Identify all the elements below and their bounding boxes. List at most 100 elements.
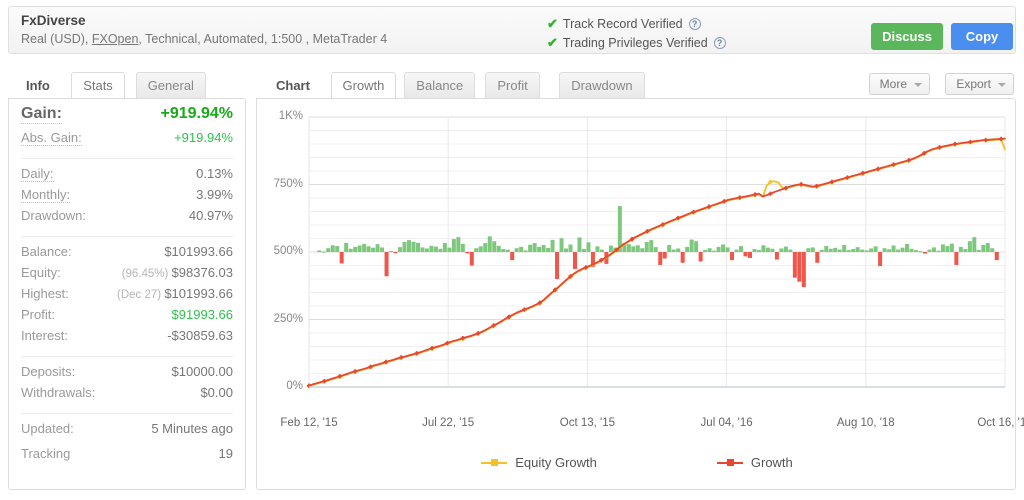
stat-row: Interest: -$30859.63 (21, 328, 233, 349)
tab-growth[interactable]: Growth (330, 72, 397, 98)
page-title: FxDiverse (21, 13, 86, 28)
stat-value: (Dec 27) $101993.66 (117, 286, 233, 301)
stat-value: $91993.66 (171, 307, 233, 322)
stats-tabbar: Info Stats General (8, 72, 246, 98)
chart-body: 0% 250% 500% 750% 1K% Feb 12, '15 Jul 22, '15 O… (256, 98, 1024, 491)
chevron-down-icon (998, 83, 1006, 87)
stat-value: +919.94% (160, 105, 233, 122)
stat-row: Gain: +919.94% (21, 105, 233, 130)
stat-row: Highest: (Dec 27) $101993.66 (21, 286, 233, 307)
stat-value: 0.13% (196, 166, 233, 181)
growth-chart[interactable]: 0% 250% 500% 750% 1K% Feb 12, '15 Jul 22, '15 O… (257, 99, 1024, 491)
tab-label: Info (26, 78, 50, 93)
account-meta-pre: Real (USD), (21, 32, 92, 46)
tab-chart[interactable]: Chart (264, 72, 322, 98)
tab-label: Balance (416, 78, 464, 93)
verification-label: Trading Privileges Verified (562, 35, 708, 50)
stat-row: Monthly: 3.99% (21, 187, 233, 208)
stat-value: 19 (218, 446, 233, 461)
tab-label: General (147, 78, 194, 93)
y-axis-tick: 250% (273, 312, 303, 325)
export-label: Export (956, 77, 991, 91)
stat-row: Tracking 19 (21, 446, 233, 471)
verification-row: ✔ Track Record Verified ? (547, 15, 726, 32)
stat-label: Profit: (21, 307, 55, 322)
stat-row: Profit: $91993.66 (21, 307, 233, 328)
x-axis-tick: Feb 12, '15 (280, 417, 338, 429)
legend-item[interactable]: Growth (716, 455, 793, 470)
discuss-button[interactable]: Discuss (871, 23, 943, 50)
x-axis-tick: Oct 13, '15 (559, 417, 616, 429)
export-button[interactable]: Export (945, 73, 1014, 95)
stat-label[interactable]: Abs. Gain: (21, 130, 82, 146)
stat-value: 40.97% (188, 208, 233, 223)
divider (21, 413, 233, 414)
stat-label[interactable]: Daily: (21, 166, 54, 182)
stat-value: (96.45%) $98376.03 (121, 265, 233, 280)
tab-balance[interactable]: Balance (404, 72, 476, 98)
more-button[interactable]: More (868, 73, 930, 95)
legend-label: Growth (750, 455, 793, 470)
legend-item[interactable]: Equity Growth (481, 455, 597, 470)
chart-panel: Chart Growth Balance Profit Drawdown More Ex… (256, 72, 1024, 491)
tab-drawdown[interactable]: Drawdown (559, 72, 645, 98)
tab-info[interactable]: Info (14, 72, 62, 98)
copy-button[interactable]: Copy (951, 23, 1013, 50)
account-meta-post: , Technical, Automated, 1:500 , MetaTrad… (138, 32, 388, 46)
account-meta: Real (USD), FXOpen, Technical, Automated… (21, 32, 387, 46)
tab-stats[interactable]: Stats (71, 72, 125, 98)
more-label: More (879, 77, 907, 91)
stat-value-prefix: (96.45%) (121, 268, 172, 280)
stat-label: Deposits: (21, 364, 76, 379)
stat-label: Highest: (21, 286, 69, 301)
legend-marker-icon (716, 458, 743, 468)
x-axis-tick: Jul 04, '16 (700, 417, 753, 429)
x-axis-tick: Jul 22, '15 (422, 417, 475, 429)
stat-value: -$30859.63 (167, 328, 233, 343)
tab-profit[interactable]: Profit (485, 72, 540, 98)
stat-row: Abs. Gain: +919.94% (21, 130, 233, 151)
tab-label: Chart (276, 78, 310, 93)
divider (21, 356, 233, 357)
stat-row: Deposits: $10000.00 (21, 364, 233, 385)
stat-label[interactable]: Monthly: (21, 187, 71, 203)
stat-label: Balance: (21, 244, 72, 259)
stat-label: Withdrawals: (21, 385, 96, 400)
stat-row: Withdrawals: $0.00 (21, 385, 233, 406)
chart-legend: Equity Growth Growth (257, 455, 1017, 470)
stats-panel: Info Stats General Gain: +919.94% Abs. Gain:… (8, 72, 246, 490)
stat-value: $10000.00 (171, 364, 233, 379)
check-icon: ✔ (547, 35, 558, 50)
stat-value-prefix: (Dec 27) (117, 289, 165, 301)
tab-label: Stats (83, 78, 113, 93)
page-root: FxDiverse Real (USD), FXOpen, Technical,… (0, 0, 1024, 500)
tab-general[interactable]: General (135, 72, 206, 98)
verification-row: ✔ Trading Privileges Verified ? (547, 34, 726, 51)
stat-row: Daily: 0.13% (21, 166, 233, 187)
stat-row: Drawdown: 40.97% (21, 208, 233, 229)
account-header: FxDiverse Real (USD), FXOpen, Technical,… (8, 6, 1016, 54)
divider (21, 158, 233, 159)
stats-list: Gain: +919.94% Abs. Gain: +919.94% Daily: 0.1… (8, 98, 246, 490)
stat-row: Updated: 5 Minutes ago (21, 421, 233, 446)
y-axis-tick: 1K% (278, 110, 303, 122)
y-axis-tick: 500% (273, 245, 303, 257)
stat-value: 5 Minutes ago (151, 421, 233, 436)
stat-label[interactable]: Gain: (21, 105, 62, 124)
broker-link[interactable]: FXOpen (92, 32, 139, 46)
help-icon[interactable]: ? (713, 36, 726, 49)
x-axis-tick: Oct 16, '19 (977, 417, 1024, 429)
legend-marker-icon (481, 458, 508, 468)
legend-label: Equity Growth (515, 455, 597, 470)
stat-row: Equity: (96.45%) $98376.03 (21, 265, 233, 286)
chart-svg (306, 116, 1006, 389)
y-axis-tick: 750% (273, 177, 303, 190)
divider (21, 236, 233, 237)
tab-label: Profit (497, 78, 528, 93)
stat-label: Tracking (21, 446, 71, 461)
stat-label: Drawdown: (21, 208, 87, 223)
help-icon[interactable]: ? (688, 17, 701, 30)
x-axis-tick: Aug 10, '18 (836, 417, 895, 429)
stat-value: $101993.66 (164, 244, 233, 259)
y-axis-tick: 0% (286, 380, 303, 392)
